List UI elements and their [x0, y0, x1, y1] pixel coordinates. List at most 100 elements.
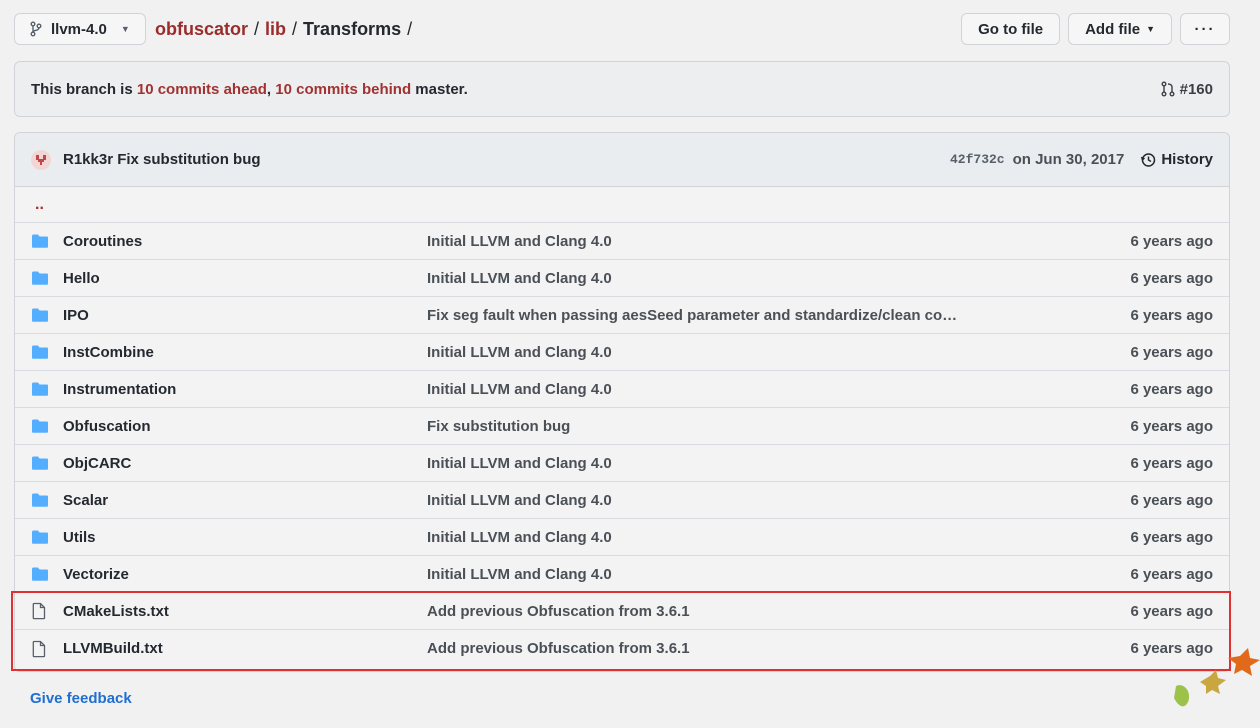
file-list: R1kk3r Fix substitution bug 42f732c on J… [14, 132, 1230, 672]
chevron-down-icon: ▼ [120, 24, 130, 34]
directory-row[interactable]: IPO Fix seg fault when passing aesSeed pa… [15, 297, 1229, 334]
avatar[interactable] [31, 149, 51, 170]
commit-sha-link[interactable]: 42f732c [950, 152, 1005, 167]
directory-row[interactable]: Vectorize Initial LLVM and Clang 4.0 6 yea… [15, 556, 1229, 593]
file-name-link[interactable]: ObjCARC [63, 455, 427, 472]
folder-icon-wrap [31, 381, 49, 397]
commit-age: 6 years ago [1130, 565, 1213, 583]
folder-icon [32, 308, 48, 322]
file-icon [32, 640, 46, 657]
file-name-link[interactable]: Utils [63, 529, 427, 546]
file-name-link[interactable]: Hello [63, 270, 427, 287]
file-icon-wrap [31, 602, 49, 620]
commit-message-link[interactable]: Fix seg fault when passing aesSeed param… [427, 307, 987, 324]
folder-icon-wrap [31, 233, 49, 249]
commit-age: 6 years ago [1130, 417, 1213, 435]
commit-message-link[interactable]: Add previous Obfuscation from 3.6.1 [427, 640, 987, 657]
directory-row[interactable]: Utils Initial LLVM and Clang 4.0 6 years a… [15, 519, 1229, 556]
folder-icon [32, 419, 48, 433]
folder-icon-wrap [31, 344, 49, 360]
commit-age: 6 years ago [1130, 380, 1213, 398]
folder-icon [32, 456, 48, 470]
folder-icon [32, 567, 48, 581]
file-name-link[interactable]: IPO [63, 307, 427, 324]
commits-ahead-link[interactable]: 10 commits ahead [137, 81, 267, 98]
file-name-link[interactable]: LLVMBuild.txt [63, 640, 427, 657]
directory-row[interactable]: Hello Initial LLVM and Clang 4.0 6 years a… [15, 260, 1229, 297]
folder-icon-wrap [31, 270, 49, 286]
commit-age: 6 years ago [1130, 528, 1213, 546]
file-name-link[interactable]: Scalar [63, 492, 427, 509]
breadcrumb-separator: / [292, 18, 298, 39]
commit-age: 6 years ago [1130, 602, 1213, 620]
breadcrumb-lib-link[interactable]: lib [265, 19, 286, 40]
pull-request-number: #160 [1179, 80, 1213, 98]
branch-status-prefix: This branch is [31, 80, 137, 98]
folder-icon [32, 530, 48, 544]
file-name-link[interactable]: Vectorize [63, 566, 427, 583]
topbar: llvm-4.0 ▼ obfuscator / lib / Transforms… [14, 13, 1230, 45]
commit-message-link[interactable]: Initial LLVM and Clang 4.0 [427, 455, 987, 472]
commit-age: 6 years ago [1130, 454, 1213, 472]
directory-row[interactable]: Scalar Initial LLVM and Clang 4.0 6 years … [15, 482, 1229, 519]
file-row[interactable]: LLVMBuild.txt Add previous Obfuscation fr… [15, 630, 1229, 667]
file-name-link[interactable]: CMakeLists.txt [63, 603, 427, 620]
branch-status-comma: , [266, 80, 276, 98]
folder-icon-wrap [31, 492, 49, 508]
folder-icon-wrap [31, 307, 49, 323]
commit-message-link[interactable]: Initial LLVM and Clang 4.0 [427, 566, 987, 583]
parent-directory-row[interactable]: .. [15, 187, 1229, 223]
history-link[interactable]: History [1140, 151, 1213, 168]
folder-icon [32, 382, 48, 396]
commits-behind-link[interactable]: 10 commits behind [275, 81, 411, 98]
commit-age: 6 years ago [1130, 491, 1213, 509]
commit-age: 6 years ago [1130, 306, 1213, 324]
folder-icon-wrap [31, 566, 49, 582]
directory-row[interactable]: Coroutines Initial LLVM and Clang 4.0 6 ye… [15, 223, 1229, 260]
commit-message-link[interactable]: Initial LLVM and Clang 4.0 [427, 381, 987, 398]
folder-icon [32, 234, 48, 248]
directory-row[interactable]: ObjCARC Initial LLVM and Clang 4.0 6 years… [15, 445, 1229, 482]
commit-age: 6 years ago [1130, 343, 1213, 361]
commit-message-link[interactable]: Initial LLVM and Clang 4.0 [427, 344, 987, 361]
chevron-down-icon: ▼ [1146, 24, 1155, 34]
git-branch-icon [30, 21, 42, 37]
breadcrumb-separator: / [407, 18, 413, 39]
commit-message-link[interactable]: Add previous Obfuscation from 3.6.1 [427, 603, 987, 620]
go-to-file-button[interactable]: Go to file [961, 13, 1061, 45]
commit-message-link[interactable]: Initial LLVM and Clang 4.0 [427, 529, 987, 546]
history-label: History [1161, 151, 1213, 168]
commit-message-link[interactable]: Initial LLVM and Clang 4.0 [427, 270, 987, 287]
commit-message-link[interactable]: Fix substitution bug [427, 418, 987, 435]
branch-status-bar: This branch is 10 commits ahead , 10 com… [14, 61, 1230, 117]
folder-icon [32, 493, 48, 507]
commit-message-link[interactable]: Initial LLVM and Clang 4.0 [427, 492, 987, 509]
file-icon [32, 602, 46, 620]
directory-row[interactable]: Instrumentation Initial LLVM and Clang 4.… [15, 371, 1229, 408]
breadcrumb-current: Transforms [303, 18, 402, 39]
file-name-link[interactable]: InstCombine [63, 344, 427, 361]
directory-row[interactable]: Obfuscation Fix substitution bug 6 years a… [15, 408, 1229, 445]
branch-selector-button[interactable]: llvm-4.0 ▼ [14, 13, 146, 45]
parent-directory-link[interactable]: .. [35, 196, 44, 214]
breadcrumb-repo-link[interactable]: obfuscator [155, 19, 248, 40]
folder-icon-wrap [31, 529, 49, 545]
add-file-button[interactable]: Add file ▼ [1068, 13, 1172, 45]
file-icon-wrap [31, 640, 49, 658]
history-clock-icon [1141, 152, 1156, 167]
branch-status-suffix: master. [411, 80, 468, 98]
file-name-link[interactable]: Instrumentation [63, 381, 427, 398]
more-options-button[interactable]: ··· [1180, 13, 1230, 45]
breadcrumb-separator: / [254, 18, 260, 39]
directory-row[interactable]: InstCombine Initial LLVM and Clang 4.0 6 y… [15, 334, 1229, 371]
give-feedback-link[interactable]: Give feedback [30, 690, 132, 707]
pull-request-link[interactable]: #160 [1160, 81, 1213, 98]
file-row[interactable]: CMakeLists.txt Add previous Obfuscation f… [15, 593, 1229, 630]
file-name-link[interactable]: Coroutines [63, 233, 427, 250]
branch-name: llvm-4.0 [51, 20, 107, 38]
commit-message-link[interactable]: Initial LLVM and Clang 4.0 [427, 233, 987, 250]
commit-age: 6 years ago [1130, 232, 1213, 250]
latest-commit-message[interactable]: R1kk3r Fix substitution bug [63, 151, 261, 168]
file-name-link[interactable]: Obfuscation [63, 418, 427, 435]
author-avatar-icon [36, 154, 46, 165]
